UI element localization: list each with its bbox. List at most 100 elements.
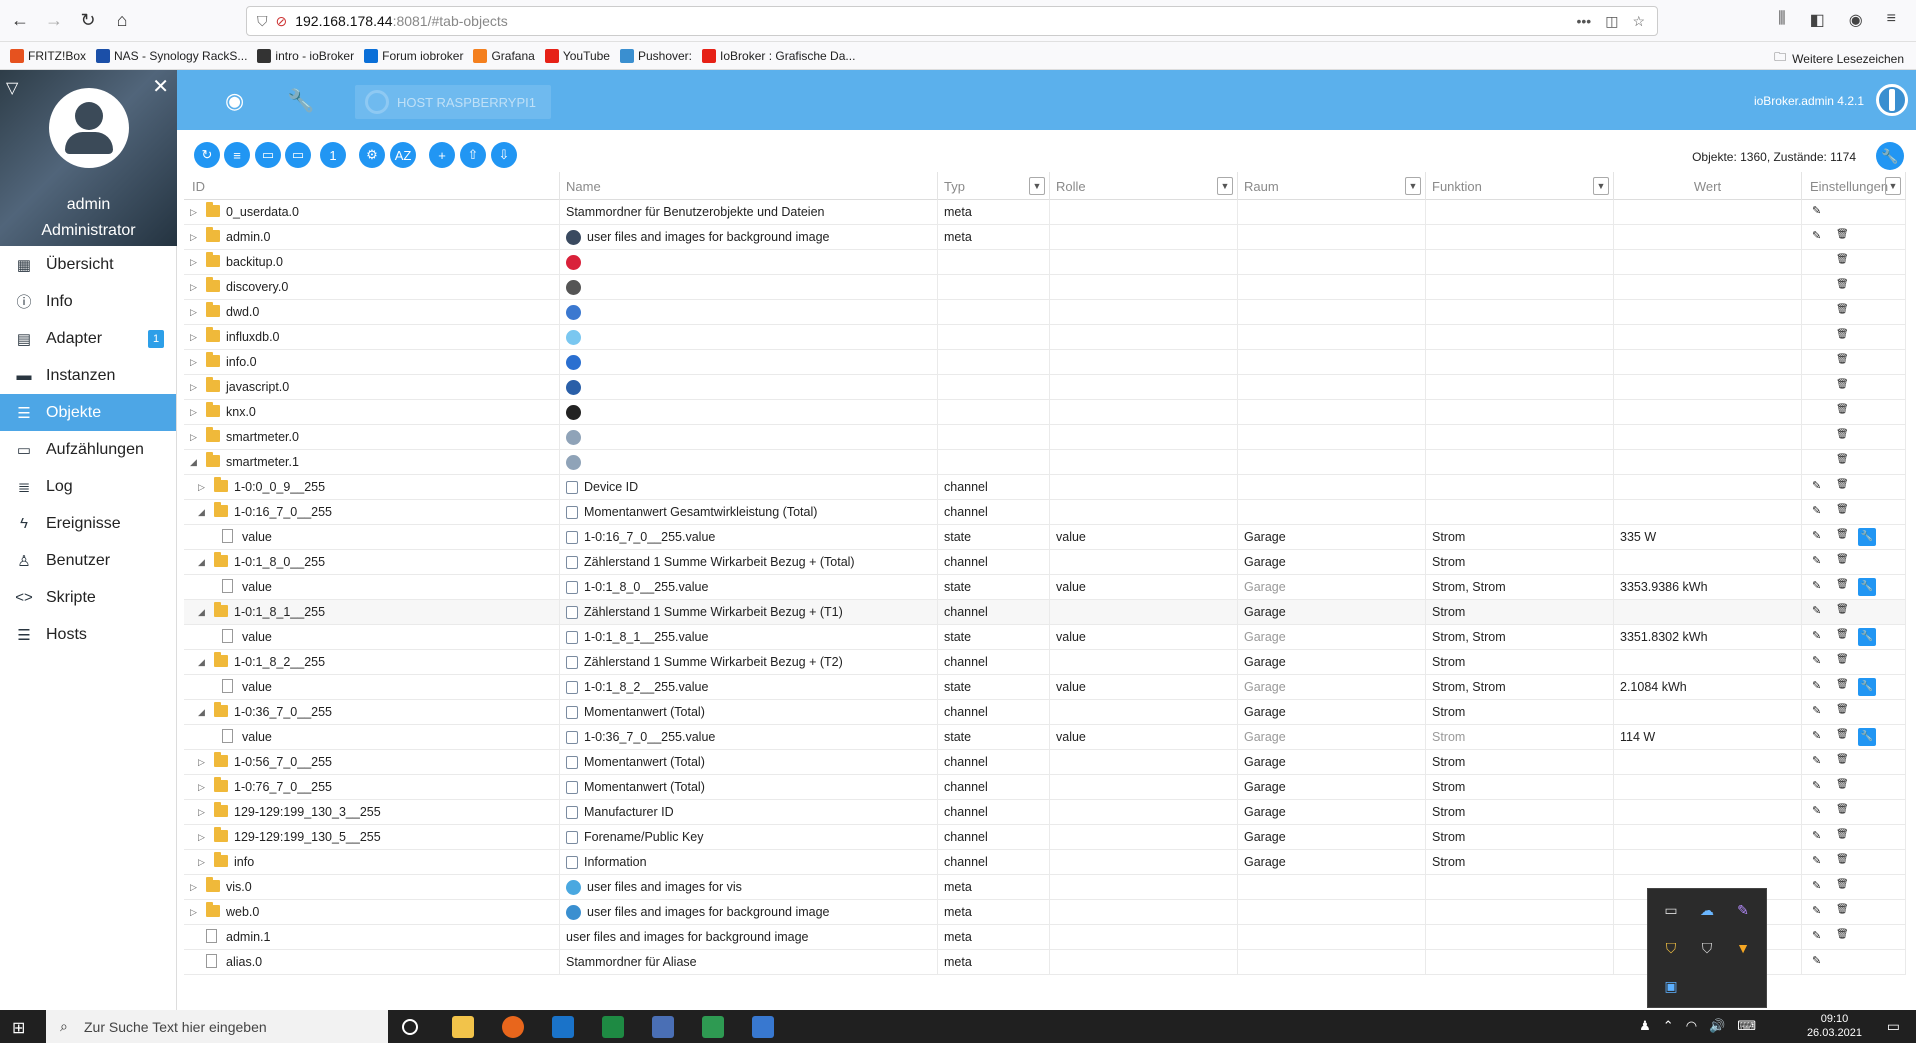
delete-icon[interactable]: 🗑 <box>1836 304 1849 315</box>
delete-icon[interactable]: 🗑 <box>1836 929 1849 940</box>
eye-icon[interactable]: ◉ <box>225 88 244 114</box>
table-row[interactable]: ◢ 1-0:1_8_2__255 Zählerstand 1 Summe Wirka… <box>184 649 1906 675</box>
table-row[interactable]: ▷ 1-0:0_0_9__255 Device ID channel ✎ 🗑 <box>184 474 1906 500</box>
delete-icon[interactable]: 🗑 <box>1836 654 1849 665</box>
translate-icon[interactable]: ⚙ <box>359 142 385 168</box>
edit-icon[interactable]: ✎ <box>1812 579 1821 592</box>
expand-icon[interactable]: ▷ <box>190 332 197 343</box>
col-name[interactable]: Name <box>560 172 938 200</box>
network-app-icon[interactable]: ▣ <box>1660 975 1682 997</box>
bookmark-item[interactable]: NAS - Synology RackS... <box>96 48 247 63</box>
edit-icon[interactable]: ✎ <box>1812 829 1821 842</box>
edit-icon[interactable]: ✎ <box>1812 754 1821 767</box>
col-raum[interactable]: Raum ▼ <box>1238 172 1426 200</box>
delete-icon[interactable]: 🗑 <box>1836 404 1849 415</box>
people-icon[interactable]: ♟ <box>1639 1018 1651 1034</box>
sidebar-item-log[interactable]: ≣ Log <box>0 468 176 505</box>
account-icon[interactable]: ◉ <box>1849 10 1863 30</box>
collapse-icon[interactable]: ◢ <box>190 457 197 468</box>
refresh-icon[interactable]: ↻ <box>194 142 220 168</box>
typ-filter-dropdown-icon[interactable]: ▼ <box>1029 177 1045 195</box>
delete-icon[interactable]: 🗑 <box>1836 729 1849 740</box>
expand-icon[interactable]: ▷ <box>190 307 197 318</box>
sidebar-item-übersicht[interactable]: ▦ Übersicht <box>0 246 176 283</box>
edit-icon[interactable]: ✎ <box>1812 729 1821 742</box>
windows-start-icon[interactable]: ⊞ <box>12 1018 25 1038</box>
delete-icon[interactable]: 🗑 <box>1836 579 1849 590</box>
edit-icon[interactable]: ✎ <box>1812 779 1821 792</box>
edit-icon[interactable]: ✎ <box>1812 529 1821 542</box>
expand-icon[interactable]: ▷ <box>190 357 197 368</box>
rolle-filter-dropdown-icon[interactable]: ▼ <box>1217 177 1233 195</box>
table-row[interactable]: ▷ 0_userdata.0 Stammordner für Benutzerobj… <box>184 199 1906 225</box>
expand-icon[interactable]: ▷ <box>190 432 197 443</box>
table-row[interactable]: ◢ 1-0:16_7_0__255 Momentanwert Gesamtwirkl… <box>184 499 1906 525</box>
table-row[interactable]: ▷ 129-129:199_130_5__255 Forename/Public K… <box>184 824 1906 850</box>
edit-icon[interactable]: ✎ <box>1812 679 1821 692</box>
table-row[interactable]: value 1-0:16_7_0__255.value state value Gara… <box>184 524 1906 550</box>
table-row[interactable]: ▷ info.0 🗑 <box>184 349 1906 375</box>
more-icon[interactable]: ••• <box>1576 13 1591 30</box>
download-icon[interactable]: ⇩ <box>491 142 517 168</box>
expand-icon[interactable]: ▷ <box>198 832 205 843</box>
wifi-icon[interactable]: ◠ <box>1686 1018 1697 1034</box>
pen-icon[interactable]: ✎ <box>1732 899 1754 921</box>
delete-icon[interactable]: 🗑 <box>1836 904 1849 915</box>
defender-icon[interactable]: ⛉ <box>1696 937 1718 959</box>
state-settings-wrench-icon[interactable]: 🔧 <box>1858 727 1876 746</box>
sort-az-icon[interactable]: AZ <box>390 142 416 168</box>
expand-icon[interactable]: ▷ <box>198 807 205 818</box>
raum-filter-dropdown-icon[interactable]: ▼ <box>1405 177 1421 195</box>
taskbar-search[interactable]: ⌕ Zur Suche Text hier eingeben <box>46 1010 388 1043</box>
delete-icon[interactable]: 🗑 <box>1836 329 1849 340</box>
folder-open-icon[interactable]: ▭ <box>255 142 281 168</box>
upload-icon[interactable]: ⇧ <box>460 142 486 168</box>
add-icon[interactable]: + <box>429 142 455 168</box>
edit-icon[interactable]: ✎ <box>1812 479 1821 492</box>
tray-app-icon[interactable]: ▭ <box>1660 899 1682 921</box>
collapse-icon[interactable]: ◢ <box>198 607 205 618</box>
explorer-icon[interactable] <box>452 1016 474 1038</box>
expand-icon[interactable]: ▷ <box>198 757 205 768</box>
table-row[interactable]: ▷ info Information channel Garage Strom ✎ 🗑 <box>184 849 1906 875</box>
expand-icon[interactable]: ▷ <box>190 382 197 393</box>
table-row[interactable]: ◢ 1-0:1_8_1__255 Zählerstand 1 Summe Wirka… <box>184 599 1906 625</box>
edit-icon[interactable]: ✎ <box>1812 854 1821 867</box>
table-row[interactable]: ▷ 1-0:76_7_0__255 Momentanwert (Total) chan… <box>184 774 1906 800</box>
table-row[interactable]: ◢ 1-0:1_8_0__255 Zählerstand 1 Summe Wirka… <box>184 549 1906 575</box>
chevron-up-icon[interactable]: ⌃ <box>1663 1018 1674 1034</box>
col-rolle[interactable]: Rolle ▼ <box>1050 172 1238 200</box>
other-bookmarks[interactable]: 🗀 Weitere Lesezeichen <box>1774 48 1904 69</box>
edit-icon[interactable]: ✎ <box>1812 879 1821 892</box>
expand-icon[interactable]: ▷ <box>198 482 205 493</box>
collapse-icon[interactable]: ◢ <box>198 557 205 568</box>
menu-icon[interactable]: ≡ <box>1887 10 1896 30</box>
outlook-icon[interactable] <box>552 1016 574 1038</box>
volume-icon[interactable]: 🔊 <box>1709 1018 1725 1034</box>
table-row[interactable]: value 1-0:1_8_1__255.value state value Garag… <box>184 624 1906 650</box>
delete-icon[interactable]: 🗑 <box>1836 429 1849 440</box>
bookmark-item[interactable]: Pushover: <box>619 48 692 63</box>
state-settings-wrench-icon[interactable]: 🔧 <box>1858 627 1876 646</box>
delete-icon[interactable]: 🗑 <box>1836 454 1849 465</box>
delete-icon[interactable]: 🗑 <box>1836 479 1849 490</box>
star-icon[interactable]: ☆ <box>1632 13 1645 30</box>
filter-one-icon[interactable]: 1 <box>320 142 346 168</box>
pocket-icon[interactable]: ◫ <box>1605 13 1618 30</box>
col-settings[interactable]: Einstellungen ▼ <box>1802 172 1906 200</box>
vlc-icon[interactable]: ▼ <box>1732 937 1754 959</box>
sidebar-item-info[interactable]: ⓘ Info <box>0 283 176 320</box>
expand-icon[interactable]: ▷ <box>198 857 205 868</box>
edit-icon[interactable]: ✎ <box>1812 954 1821 967</box>
delete-icon[interactable]: 🗑 <box>1836 504 1849 515</box>
excel-icon[interactable] <box>602 1016 624 1038</box>
forward-icon[interactable]: → <box>40 7 68 35</box>
delete-icon[interactable]: 🗑 <box>1836 279 1849 290</box>
delete-icon[interactable]: 🗑 <box>1836 879 1849 890</box>
host-selector[interactable]: HOST RASPBERRYPI1 <box>355 85 551 119</box>
edit-icon[interactable]: ✎ <box>1812 929 1821 942</box>
delete-icon[interactable]: 🗑 <box>1836 604 1849 615</box>
delete-icon[interactable]: 🗑 <box>1836 804 1849 815</box>
list-view-icon[interactable]: ≡ <box>224 142 250 168</box>
expand-icon[interactable]: ▷ <box>190 282 197 293</box>
